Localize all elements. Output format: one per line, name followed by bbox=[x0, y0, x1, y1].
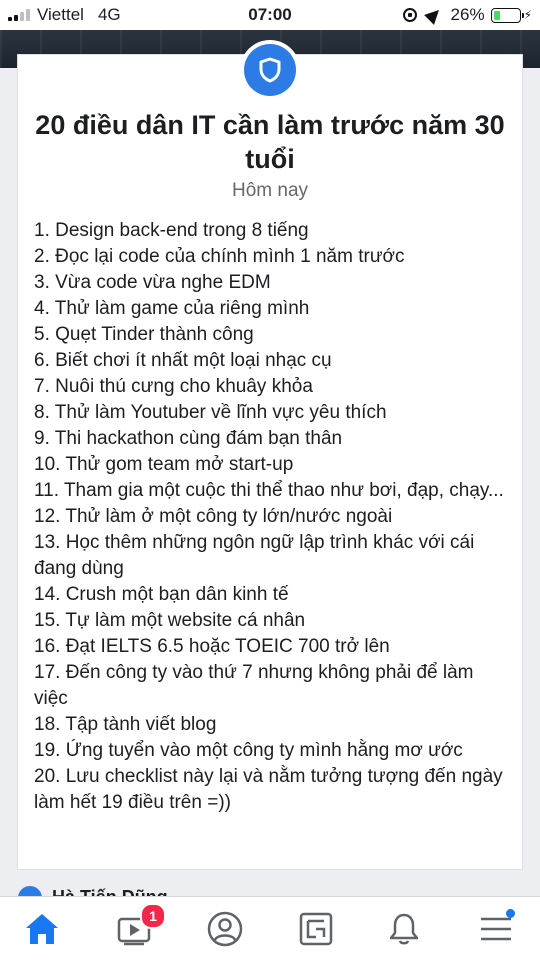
checklist: 1. Design back-end trong 8 tiếng 2. Đọc l… bbox=[34, 218, 504, 816]
battery-percent: 26% bbox=[450, 5, 485, 24]
checklist-item: 2. Đọc lại code của chính mình 1 năm trư… bbox=[34, 246, 405, 267]
checklist-item: 8. Thử làm Youtuber về lĩnh vực yêu thíc… bbox=[34, 402, 387, 423]
checklist-item: 20. Lưu checklist này lại và nằm tưởng t… bbox=[34, 766, 503, 813]
checklist-item: 9. Thi hackathon cùng đám bạn thân bbox=[34, 428, 343, 449]
profile-icon bbox=[207, 911, 243, 947]
page-avatar[interactable] bbox=[240, 40, 300, 100]
tab-menu[interactable] bbox=[476, 909, 516, 949]
location-arrow-icon bbox=[423, 5, 444, 25]
bottom-tab-bar: 1 bbox=[0, 896, 540, 960]
page-logo bbox=[244, 44, 296, 96]
checklist-item: 1. Design back-end trong 8 tiếng bbox=[34, 220, 309, 241]
marketplace-icon bbox=[299, 912, 333, 946]
checklist-item: 15. Tự làm một website cá nhân bbox=[34, 610, 306, 631]
battery-level bbox=[493, 10, 500, 20]
checklist-item: 11. Tham gia một cuộc thi thể thao như b… bbox=[34, 480, 504, 501]
checklist-item: 7. Nuôi thú cưng cho khuây khỏa bbox=[34, 376, 313, 397]
tab-home[interactable] bbox=[22, 909, 62, 949]
post-title: 20 điều dân IT cần làm trước năm 30 tuổi bbox=[35, 110, 505, 174]
tab-notifications[interactable] bbox=[384, 909, 424, 949]
post-date: Hôm nay bbox=[231, 180, 309, 201]
status-bar: Viettel 4G 07:00 26% ⚡ bbox=[0, 0, 540, 30]
charging-icon: ⚡ bbox=[523, 8, 532, 22]
checklist-item: 16. Đạt IELTS 6.5 hoặc TOEIC 700 trở lên bbox=[34, 636, 390, 657]
checklist-item: 12. Thử làm ở một công ty lớn/nước ngoài bbox=[34, 506, 393, 527]
home-icon bbox=[26, 914, 58, 944]
checklist-item: 10. Thử gom team mở start-up bbox=[34, 454, 294, 475]
shield-icon bbox=[259, 57, 281, 83]
video-badge: 1 bbox=[140, 903, 166, 929]
menu-notification-dot bbox=[506, 909, 515, 918]
tab-marketplace[interactable] bbox=[296, 909, 336, 949]
checklist-item: 17. Đến công ty vào thứ 7 nhưng không ph… bbox=[34, 662, 474, 709]
checklist-item: 3. Vừa code vừa nghe EDM bbox=[34, 272, 271, 293]
bell-icon bbox=[389, 913, 419, 945]
checklist-item: 14. Crush một bạn dân kinh tế bbox=[34, 584, 289, 605]
orientation-lock-icon bbox=[402, 8, 417, 22]
tab-profile[interactable] bbox=[205, 909, 245, 949]
checklist-item: 19. Ứng tuyển vào một công ty mình hằng … bbox=[34, 740, 463, 761]
checklist-item: 4. Thử làm game của riêng mình bbox=[34, 298, 310, 319]
checklist-item: 13. Học thêm những ngôn ngữ lập trình kh… bbox=[34, 532, 475, 579]
status-right: 26% ⚡ bbox=[402, 5, 532, 25]
checklist-item: 18. Tập tành viết blog bbox=[34, 714, 217, 735]
checklist-item: 5. Quẹt Tinder thành công bbox=[34, 324, 254, 345]
battery-icon bbox=[490, 7, 524, 23]
menu-icon bbox=[481, 917, 511, 941]
checklist-item: 6. Biết chơi ít nhất một loại nhạc cụ bbox=[34, 350, 332, 371]
tab-video[interactable]: 1 bbox=[114, 903, 166, 949]
